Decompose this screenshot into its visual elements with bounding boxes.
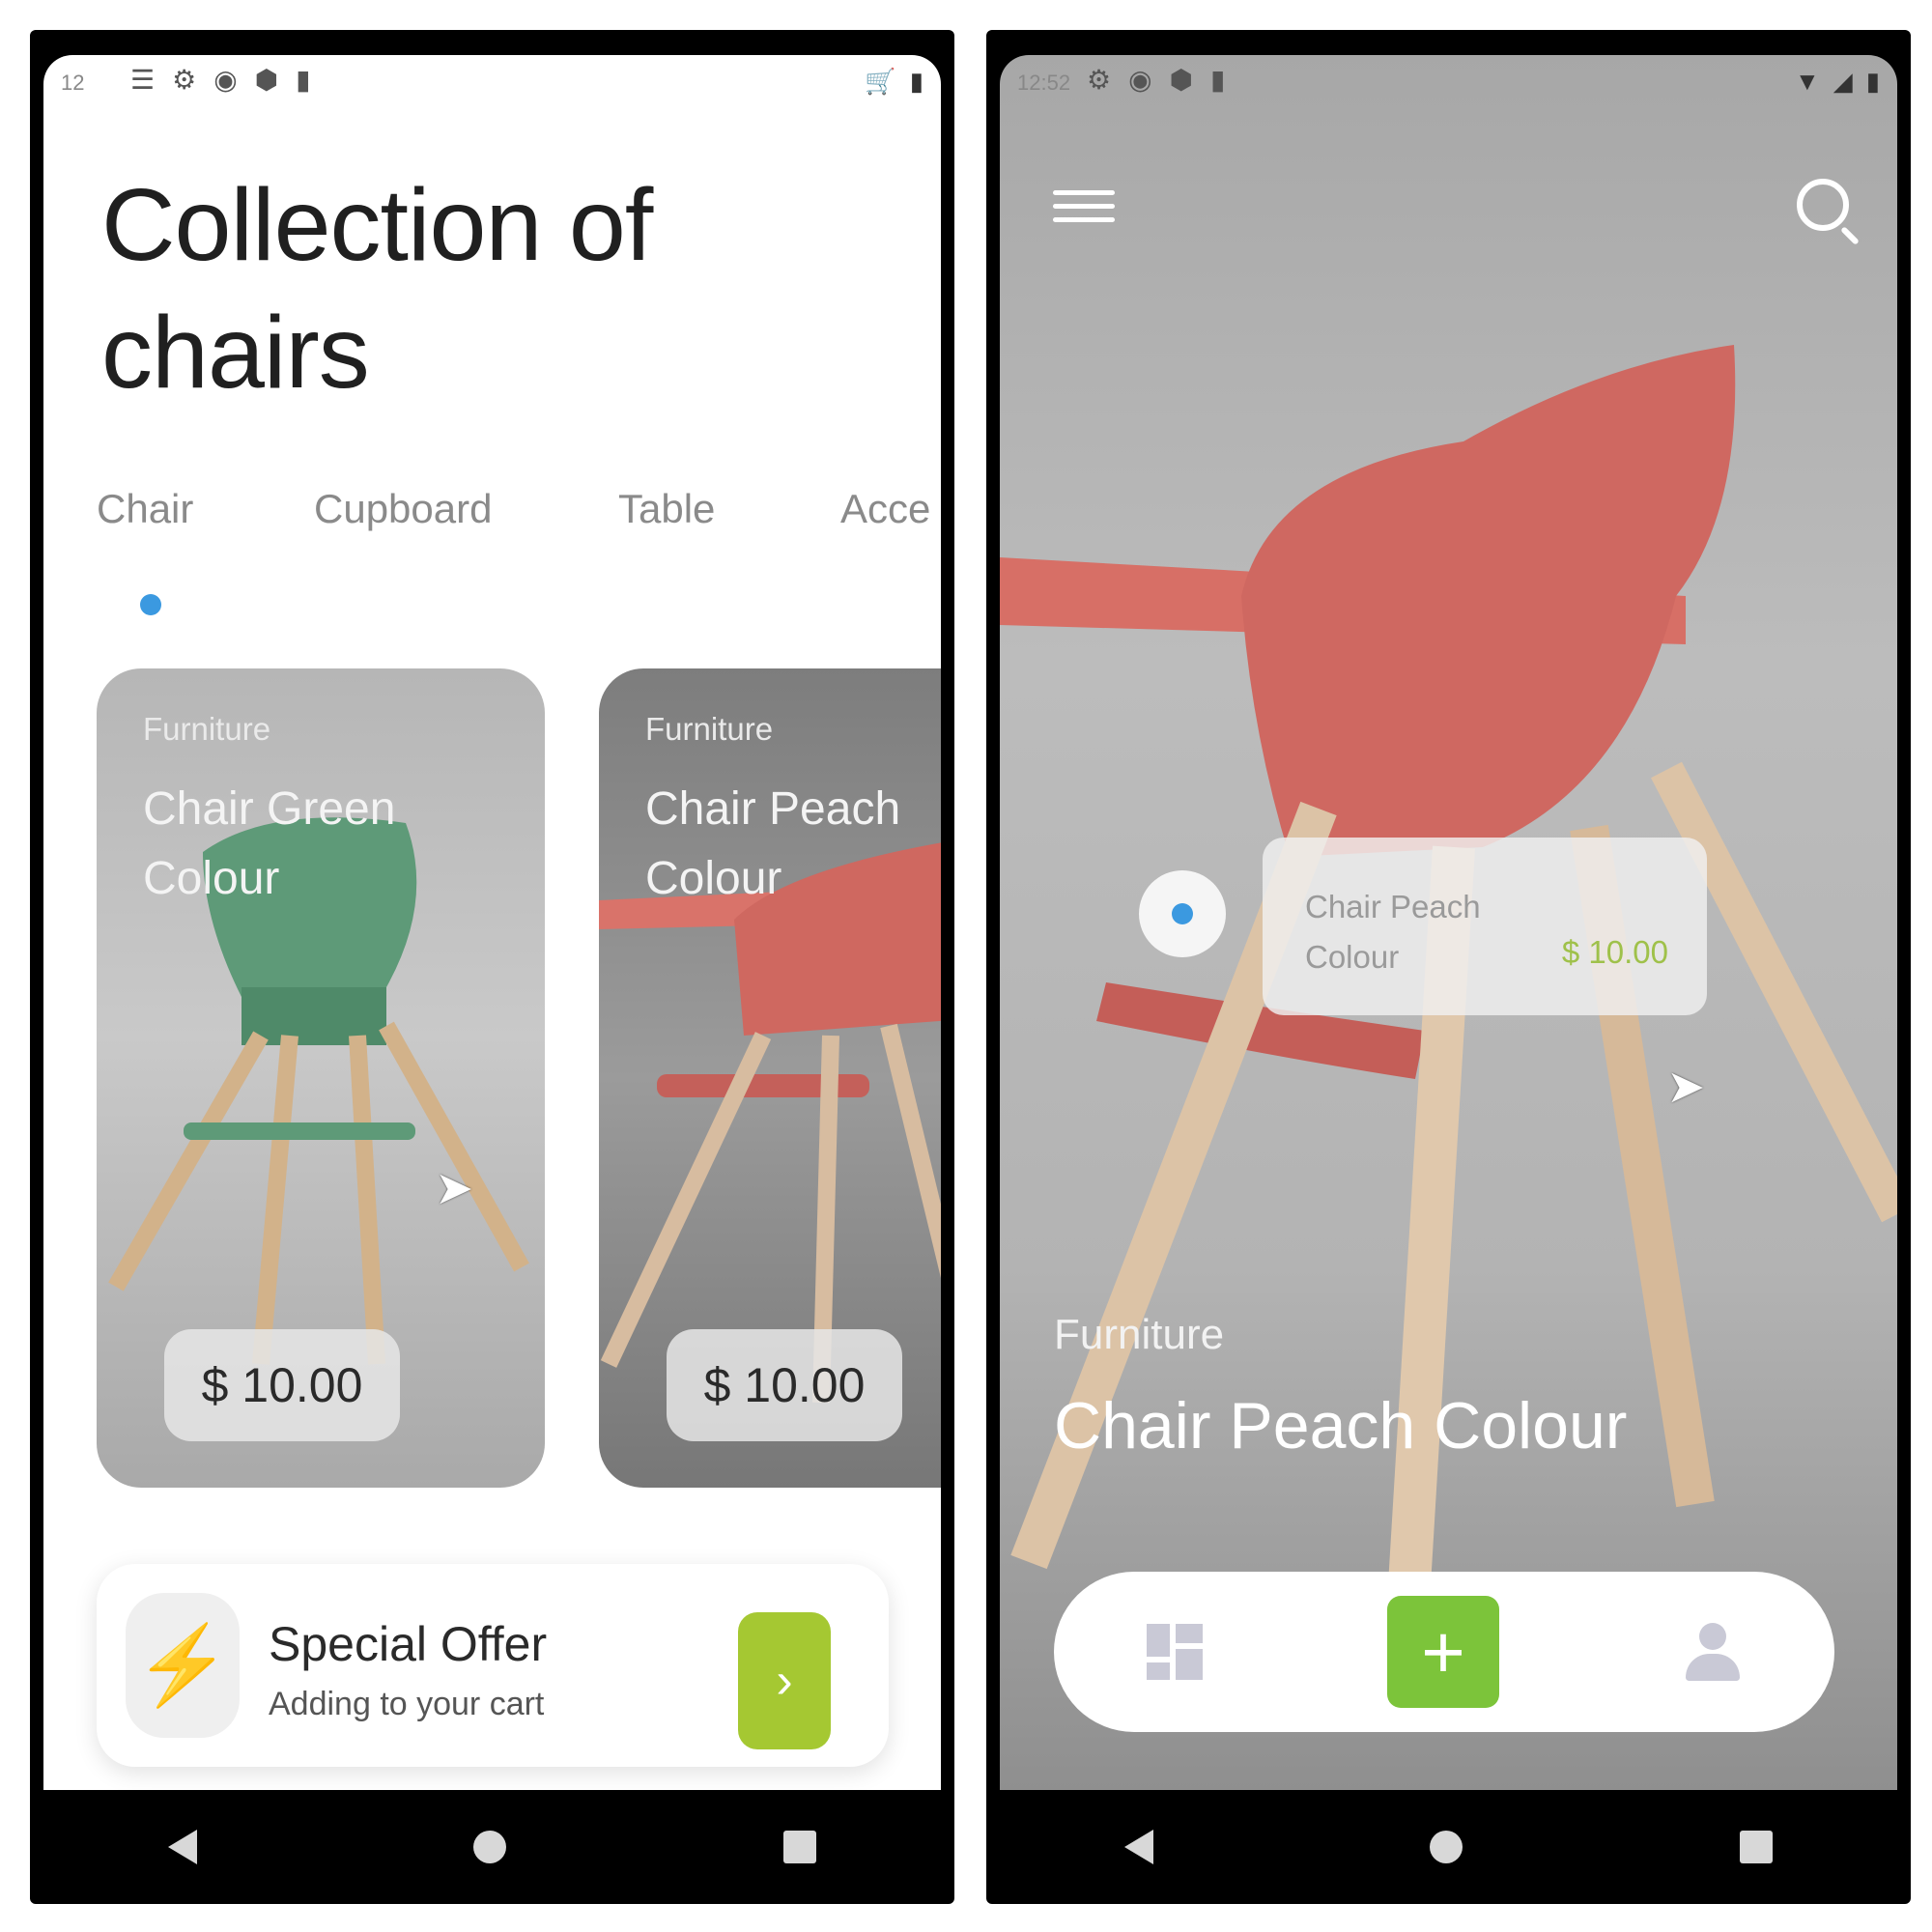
product-card-peach[interactable]: Furniture Chair Peach Colour $ 10.00 xyxy=(599,668,941,1488)
mouse-cursor-icon: ➤ xyxy=(435,1163,474,1214)
system-nav-bar xyxy=(30,1790,954,1904)
system-nav-bar xyxy=(986,1790,1911,1904)
right-screen: 12:52 ⚙ ◉ ⬢ ▮ ▼ ◢ ▮ Chair Peach Colour $… xyxy=(1000,55,1897,1790)
menu-icon[interactable]: ☰ xyxy=(130,67,155,94)
dashboard-icon[interactable] xyxy=(1146,1624,1203,1680)
page-title: Collection of chairs xyxy=(101,168,653,410)
card-category: Furniture xyxy=(645,711,774,747)
product-card-green[interactable]: Furniture Chair Green Colour $ 10.00 ➤ xyxy=(97,668,545,1488)
card-price: $ 10.00 xyxy=(667,1329,902,1441)
mouse-cursor-icon: ➤ xyxy=(1666,1062,1706,1113)
back-icon[interactable] xyxy=(1124,1830,1154,1864)
card-product-name: Chair Green Colour xyxy=(143,783,396,904)
tooltip-price: $ 10.00 xyxy=(1561,934,1668,970)
left-screen: 12 ☰ ⚙ ◉ ⬢ ▮ 🛒 ▮ Collection of chairs Ch… xyxy=(43,55,941,1790)
product-tooltip: Chair Peach Colour $ 10.00 xyxy=(1263,838,1707,1015)
hero-category: Furniture xyxy=(1054,1311,1225,1358)
offer-title: Special Offer xyxy=(269,1617,548,1671)
cart-icon[interactable]: 🛒 xyxy=(865,67,895,97)
product-hotspot[interactable] xyxy=(1139,870,1226,957)
status-time: 12 xyxy=(61,71,85,95)
wifi-icon: ▼ xyxy=(1794,67,1820,96)
category-tabs: Chair Cupboard Table Acce xyxy=(97,486,941,563)
battery-icon: ▮ xyxy=(909,67,923,96)
settings-icon: ⚙ xyxy=(172,65,197,95)
hotspot-dot xyxy=(1172,903,1193,924)
hero-product-name: Chair Peach Colour xyxy=(1054,1389,1628,1463)
add-icon[interactable]: + xyxy=(1386,1596,1499,1708)
active-tab-indicator xyxy=(140,594,161,615)
tab-chair[interactable]: Chair xyxy=(97,486,193,532)
menu-icon[interactable] xyxy=(1053,190,1115,229)
app-icon: ◉ xyxy=(1128,65,1152,95)
status-bar: 12 ☰ ⚙ ◉ ⬢ ▮ 🛒 ▮ xyxy=(43,55,941,113)
home-icon[interactable] xyxy=(1430,1831,1463,1863)
sim-icon: ▮ xyxy=(296,65,311,95)
special-offer-banner[interactable]: ⚡ Special Offer Adding to your cart › xyxy=(97,1564,889,1767)
card-category: Furniture xyxy=(143,711,271,747)
status-time: 12:52 xyxy=(1017,71,1071,95)
offer-subtitle: Adding to your cart xyxy=(269,1686,545,1722)
recents-icon[interactable] xyxy=(782,1831,816,1863)
tab-cupboard[interactable]: Cupboard xyxy=(314,486,492,532)
offer-next-button[interactable]: › xyxy=(738,1612,831,1749)
left-phone: 12 ☰ ⚙ ◉ ⬢ ▮ 🛒 ▮ Collection of chairs Ch… xyxy=(30,30,954,1904)
chevron-right-icon: › xyxy=(776,1653,793,1709)
tooltip-name: Chair Peach Colour xyxy=(1305,889,1481,975)
tab-table[interactable]: Table xyxy=(618,486,715,532)
home-icon[interactable] xyxy=(473,1831,507,1863)
card-price: $ 10.00 xyxy=(164,1329,400,1441)
back-icon[interactable] xyxy=(168,1830,198,1864)
bottom-nav: + xyxy=(1054,1572,1834,1732)
status-icons: ⚙ ◉ ⬢ ▮ xyxy=(1087,67,1225,94)
status-icons: ☰ ⚙ ◉ ⬢ ▮ xyxy=(130,67,311,94)
recents-icon[interactable] xyxy=(1739,1831,1773,1863)
app-icon: ◉ xyxy=(213,65,238,95)
lightning-icon: ⚡ xyxy=(126,1593,240,1738)
shield-icon: ⬢ xyxy=(254,65,279,95)
user-icon[interactable] xyxy=(1684,1623,1742,1681)
tab-accessories[interactable]: Acce xyxy=(840,486,930,532)
card-product-name: Chair Peach Colour xyxy=(645,783,901,904)
signal-icon: ◢ xyxy=(1833,67,1853,96)
battery-icon: ▮ xyxy=(1865,67,1880,96)
right-phone: 12:52 ⚙ ◉ ⬢ ▮ ▼ ◢ ▮ Chair Peach Colour $… xyxy=(986,30,1911,1904)
status-bar: 12:52 ⚙ ◉ ⬢ ▮ ▼ ◢ ▮ xyxy=(1000,55,1897,113)
shield-icon: ⬢ xyxy=(1169,65,1193,95)
search-icon[interactable] xyxy=(1797,179,1849,231)
sim-icon: ▮ xyxy=(1210,65,1226,95)
settings-icon: ⚙ xyxy=(1087,65,1112,95)
